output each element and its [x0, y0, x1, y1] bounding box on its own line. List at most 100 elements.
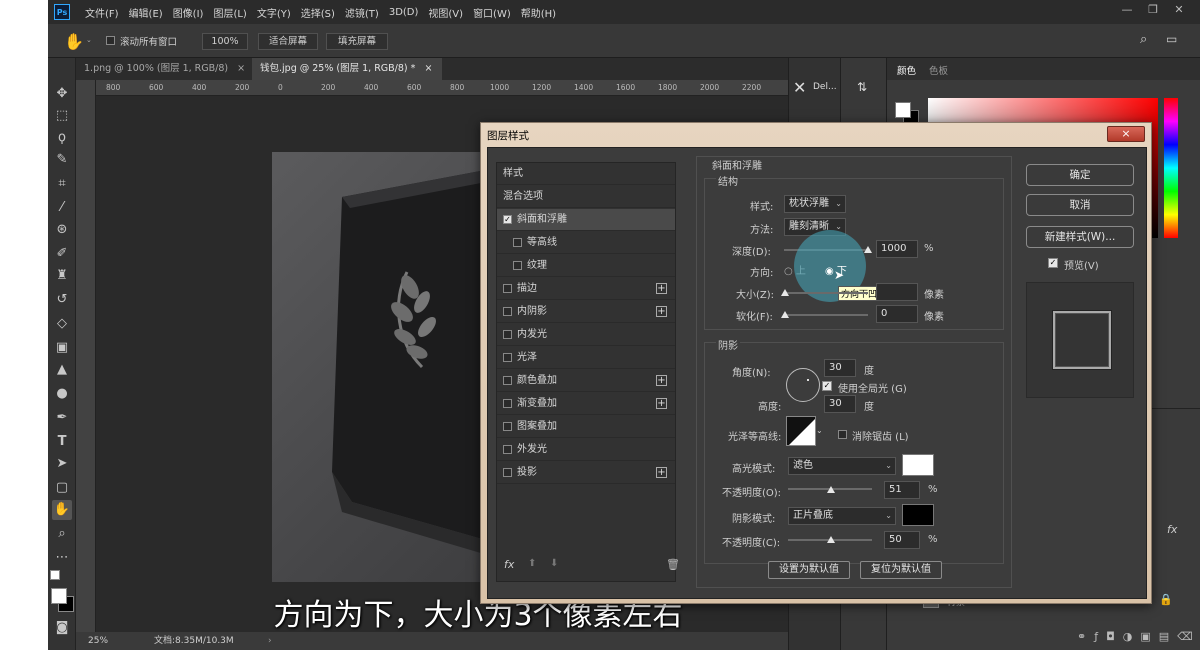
- style-checkbox[interactable]: [503, 444, 512, 454]
- style-checkbox[interactable]: [513, 237, 522, 247]
- menu-layer[interactable]: 图层(L): [208, 5, 251, 20]
- style-checkbox[interactable]: [503, 283, 512, 293]
- add-style-instance-icon[interactable]: +: [656, 398, 667, 409]
- hand-tool-icon[interactable]: ✋: [64, 32, 84, 51]
- style-checkbox[interactable]: [503, 375, 512, 385]
- quick-mask-icon[interactable]: ◙: [52, 618, 72, 638]
- fit-screen-button[interactable]: 适合屏幕: [258, 33, 318, 50]
- scroll-all-checkbox[interactable]: [106, 35, 115, 46]
- restore-icon[interactable]: ❐: [1142, 3, 1164, 19]
- marquee-tool-icon[interactable]: ⬚: [52, 106, 72, 126]
- healing-tool-icon[interactable]: ⊛: [52, 220, 72, 240]
- tools-preset-icon[interactable]: ✕: [793, 78, 806, 97]
- pen-tool-icon[interactable]: ✒: [52, 408, 72, 428]
- history-brush-tool-icon[interactable]: ↺: [52, 290, 72, 310]
- menu-help[interactable]: 帮助(H): [516, 5, 561, 20]
- status-arrow-icon[interactable]: ›: [268, 632, 272, 650]
- style-checkbox[interactable]: [503, 467, 512, 477]
- tab-close-icon[interactable]: ×: [237, 63, 245, 74]
- delete-icon[interactable]: 🗑: [666, 558, 680, 571]
- dodge-tool-icon[interactable]: ●: [52, 384, 72, 404]
- shadow-opacity-knob[interactable]: [827, 536, 835, 543]
- eyedropper-tool-icon[interactable]: ⁄: [52, 198, 72, 218]
- soften-slider-knob[interactable]: [781, 311, 789, 318]
- gradient-tool-icon[interactable]: ▣: [52, 338, 72, 358]
- style-item[interactable]: 混合选项: [497, 186, 675, 208]
- lasso-tool-icon[interactable]: ϙ: [52, 128, 72, 148]
- preview-checkbox[interactable]: ✓: [1048, 258, 1058, 268]
- shadow-opacity-input[interactable]: 50: [884, 531, 920, 549]
- layer-actions[interactable]: ⚭ƒ◘◑▣▤⌫: [1077, 630, 1200, 643]
- style-checkbox[interactable]: [503, 329, 512, 339]
- style-checkbox[interactable]: ✓: [503, 214, 512, 224]
- tab-1png[interactable]: 1.png @ 100% (图层 1, RGB/8) ×: [76, 58, 246, 80]
- menu-select[interactable]: 选择(S): [296, 5, 340, 20]
- highlight-mode-select[interactable]: 滤色 ⌄: [788, 457, 896, 475]
- style-item[interactable]: ✓ 斜面和浮雕: [497, 209, 675, 231]
- close-window-icon[interactable]: ✕: [1168, 3, 1190, 19]
- quick-select-tool-icon[interactable]: ✎: [52, 150, 72, 170]
- default-colors-icon[interactable]: [50, 570, 60, 580]
- stamp-tool-icon[interactable]: ♜: [52, 266, 72, 286]
- panel-foreground-swatch[interactable]: [895, 102, 911, 118]
- shadow-color-swatch[interactable]: [902, 504, 934, 526]
- eraser-tool-icon[interactable]: ◇: [52, 314, 72, 334]
- search-icon[interactable]: ⌕: [1140, 32, 1147, 47]
- style-item[interactable]: 外发光: [497, 439, 675, 461]
- menu-window[interactable]: 窗口(W): [468, 5, 516, 20]
- fill-screen-button[interactable]: 填充屏幕: [326, 33, 388, 50]
- new-style-button[interactable]: 新建样式(W)...: [1026, 226, 1134, 248]
- style-checkbox[interactable]: [503, 352, 512, 362]
- style-item[interactable]: 内发光: [497, 324, 675, 346]
- tab-close-icon[interactable]: ×: [424, 63, 432, 74]
- workspace-icon[interactable]: ▭: [1166, 32, 1177, 46]
- highlight-color-swatch[interactable]: [902, 454, 934, 476]
- highlight-opacity-knob[interactable]: [827, 486, 835, 493]
- path-select-tool-icon[interactable]: ➤: [52, 454, 72, 474]
- highlight-opacity-input[interactable]: 51: [884, 481, 920, 499]
- zoom-tool-icon[interactable]: ⌕: [52, 524, 72, 544]
- style-item[interactable]: 投影 +: [497, 462, 675, 484]
- hue-slider[interactable]: [1164, 98, 1178, 238]
- soften-input[interactable]: 0: [876, 305, 918, 323]
- shadow-mode-select[interactable]: 正片叠底 ⌄: [788, 507, 896, 525]
- reset-default-button[interactable]: 复位为默认值: [860, 561, 942, 579]
- brush-tool-icon[interactable]: ✐: [52, 244, 72, 264]
- move-down-icon[interactable]: ⬇: [550, 558, 558, 569]
- blur-tool-icon[interactable]: ▲: [52, 360, 72, 380]
- hand-tool-icon[interactable]: ✋: [52, 500, 72, 520]
- add-style-instance-icon[interactable]: +: [656, 283, 667, 294]
- style-item[interactable]: 颜色叠加 +: [497, 370, 675, 392]
- size-slider-knob[interactable]: [781, 289, 789, 296]
- add-style-instance-icon[interactable]: +: [656, 375, 667, 386]
- angle-dial[interactable]: [786, 368, 820, 402]
- altitude-input[interactable]: 30: [824, 395, 856, 413]
- global-light-checkbox[interactable]: ✓: [822, 381, 832, 391]
- fx-icon[interactable]: fx: [1167, 523, 1177, 536]
- tab-swatches[interactable]: 色板: [929, 63, 948, 77]
- soften-slider-track[interactable]: [784, 314, 868, 316]
- menu-filter[interactable]: 滤镜(T): [340, 5, 384, 20]
- depth-input[interactable]: 1000: [876, 240, 918, 258]
- add-style-instance-icon[interactable]: +: [656, 467, 667, 478]
- menu-view[interactable]: 视图(V): [423, 5, 468, 20]
- history-icon[interactable]: ⇅: [857, 80, 867, 94]
- style-item[interactable]: 等高线: [497, 232, 675, 254]
- tab-color[interactable]: 颜色: [897, 63, 916, 77]
- style-item[interactable]: 渐变叠加 +: [497, 393, 675, 415]
- shape-tool-icon[interactable]: ▢: [52, 478, 72, 498]
- gloss-contour-swatch[interactable]: [786, 416, 816, 446]
- bevel-style-select[interactable]: 枕状浮雕 ⌄: [784, 195, 846, 213]
- depth-slider-knob[interactable]: [864, 246, 872, 253]
- tab-wallet[interactable]: 钱包.jpg @ 25% (图层 1, RGB/8) * ×: [252, 58, 442, 80]
- menu-edit[interactable]: 编辑(E): [124, 5, 168, 20]
- ok-button[interactable]: 确定: [1026, 164, 1134, 186]
- style-item[interactable]: 光泽: [497, 347, 675, 369]
- fx-menu-icon[interactable]: fx: [504, 558, 514, 571]
- size-input[interactable]: [876, 283, 918, 301]
- style-checkbox[interactable]: [503, 398, 512, 408]
- menu-3d[interactable]: 3D(D): [384, 7, 424, 18]
- zoom-level[interactable]: 25%: [88, 632, 108, 650]
- add-style-instance-icon[interactable]: +: [656, 306, 667, 317]
- more-tools-icon[interactable]: ⋯: [52, 548, 72, 568]
